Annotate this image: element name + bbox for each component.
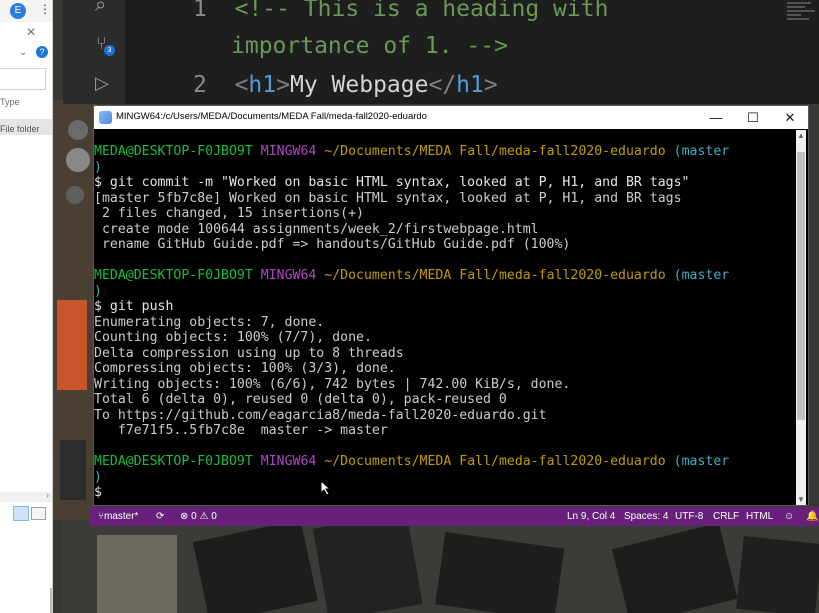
source-control-badge: 3 <box>104 45 115 56</box>
problems-indicator[interactable]: ⊗ 0 ⚠ 0 <box>180 507 217 526</box>
scroll-right-icon[interactable]: › <box>46 490 49 500</box>
run-debug-icon[interactable]: ▷ <box>95 73 109 94</box>
help-icon[interactable]: ? <box>36 46 48 58</box>
comment-open: <!-- <box>234 0 290 22</box>
cursor-position[interactable]: Ln 9, Col 4 <box>567 507 615 526</box>
scroll-down-icon[interactable]: ▼ <box>797 495 805 504</box>
heading-text: My Webpage <box>289 72 429 98</box>
file-explorer-panel: E ⋮ ✕ ⌄ ? Type File folder › <box>0 0 53 613</box>
output-line: To https://github.com/eagarcia8/meda-fal… <box>94 407 547 423</box>
output-line: rename GitHub Guide.pdf => handouts/GitH… <box>94 237 571 252</box>
close-icon[interactable]: ✕ <box>26 25 36 39</box>
tag-open: h1 <box>248 72 277 98</box>
maximize-button[interactable]: ☐ <box>737 107 769 128</box>
account-avatar[interactable]: E <box>10 3 26 19</box>
code-line-2: 2 <h1>My Webpage</h1> <box>193 72 498 98</box>
activity-bar: ⌕ ⑂ ▷ <box>63 0 125 104</box>
indentation[interactable]: Spaces: 4 <box>624 507 668 526</box>
terminal-window[interactable]: MINGW64:/c/Users/MEDA/Documents/MEDA Fal… <box>93 105 809 506</box>
line-number: 2 <box>193 72 207 98</box>
more-options-icon[interactable]: ⋮ <box>39 2 51 16</box>
branch-indicator[interactable]: ⑂ master* <box>98 507 138 526</box>
close-button[interactable]: ✕ <box>774 107 806 128</box>
output-line: Enumerating objects: 7, done. <box>94 314 325 330</box>
terminal-scrollbar[interactable]: ▲ ▼ <box>796 130 806 505</box>
output-line: 2 files changed, 15 insertions(+) <box>94 206 364 221</box>
encoding[interactable]: UTF-8 <box>675 507 703 526</box>
output-line: Delta compression using up to 8 threads <box>94 345 404 361</box>
minimap[interactable] <box>787 0 819 30</box>
minimize-button[interactable]: — <box>700 107 732 128</box>
output-line: Writing objects: 100% (6/6), 742 bytes |… <box>94 376 571 392</box>
tag-close: h1 <box>456 72 484 98</box>
explorer-topbar: E ⋮ <box>0 0 52 22</box>
line-ending[interactable]: CRLF <box>713 507 739 526</box>
prompt-line: MEDA@DESKTOP-F0JBO9T MINGW64 ~/Documents… <box>94 268 730 283</box>
list-item-type: File folder <box>0 124 40 134</box>
line-number: 1 <box>193 0 207 22</box>
mouse-cursor-icon <box>320 480 332 496</box>
output-line: Total 6 (delta 0), reused 0 (delta 0), p… <box>94 392 507 407</box>
scrollbar-thumb[interactable] <box>797 152 805 420</box>
terminal-title: MINGW64:/c/Users/MEDA/Documents/MEDA Fal… <box>116 111 427 122</box>
horizontal-scrollbar[interactable]: › <box>0 490 52 502</box>
code-line-1: 1 <!-- This is a heading with <box>193 0 608 22</box>
output-line: f7e71f5..5fb7c8e master -> master <box>94 423 388 438</box>
notifications-icon[interactable]: 🔔 <box>806 507 818 526</box>
output-line: create mode 100644 assignments/week_2/fi… <box>94 221 539 237</box>
output-line: Compressing objects: 100% (3/3), done. <box>94 361 396 376</box>
large-icons-view-icon[interactable] <box>31 507 46 520</box>
code-line-1-wrap: importance of 1. --> <box>231 33 508 59</box>
output-line: Counting objects: 100% (7/7), done. <box>94 330 372 345</box>
list-item[interactable]: File folder <box>0 119 52 135</box>
prompt-line: MEDA@DESKTOP-F0JBO9T MINGW64 ~/Documents… <box>94 454 730 469</box>
feedback-icon[interactable]: ☺ <box>784 507 794 526</box>
chevron-down-icon[interactable]: ⌄ <box>19 47 27 58</box>
command-prompt[interactable]: $ <box>94 485 102 500</box>
command-line: $ git push <box>94 299 174 314</box>
language-mode[interactable]: HTML <box>746 507 773 526</box>
output-line: [master 5fb7c8e] Worked on basic HTML sy… <box>94 190 682 206</box>
search-input[interactable] <box>0 68 46 90</box>
sync-icon[interactable]: ⟳ <box>156 507 164 526</box>
comment-text-cont: importance of 1. --> <box>231 33 508 59</box>
mingw-icon <box>99 111 112 124</box>
comment-text: This is a heading with <box>289 0 609 22</box>
terminal-titlebar[interactable]: MINGW64:/c/Users/MEDA/Documents/MEDA Fal… <box>94 106 808 129</box>
details-view-icon[interactable] <box>13 506 29 521</box>
scroll-up-icon[interactable]: ▲ <box>797 131 805 140</box>
terminal-output[interactable]: MEDA@DESKTOP-F0JBO9T MINGW64 ~/Documents… <box>94 144 794 504</box>
column-header-type[interactable]: Type <box>0 97 20 107</box>
prompt-line: MEDA@DESKTOP-F0JBO9T MINGW64 ~/Documents… <box>94 144 730 159</box>
search-icon[interactable]: ⌕ <box>95 0 106 17</box>
status-bar: ⑂ master* ⟳ ⊗ 0 ⚠ 0 Ln 9, Col 4 Spaces: … <box>90 507 819 526</box>
command-line: $ git commit -m "Worked on basic HTML sy… <box>94 175 690 190</box>
panel-edge <box>50 588 52 613</box>
